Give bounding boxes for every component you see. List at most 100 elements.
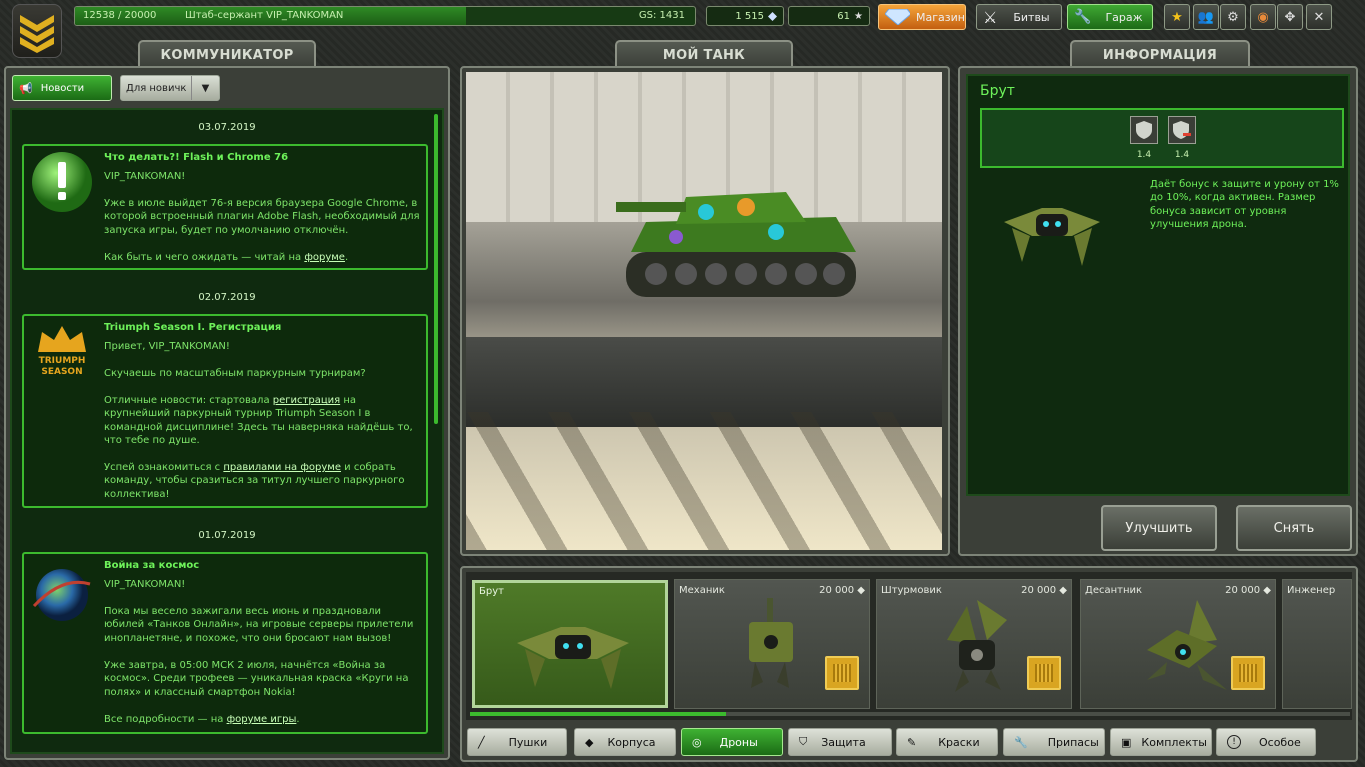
category-label: Особое xyxy=(1259,735,1301,749)
garage-label: Гараж xyxy=(1105,10,1143,24)
category-label: Дроны xyxy=(719,735,758,749)
upgrade-button[interactable]: Улучшить xyxy=(1101,505,1217,551)
news-title: Triumph Season I. Регистрация xyxy=(104,322,282,333)
news-text: Отличные новости: стартовала регистрация… xyxy=(104,395,413,447)
category-protection[interactable]: ⛉ Защита xyxy=(788,728,892,756)
rules-forum-link[interactable]: правилами на форуме xyxy=(223,462,341,473)
shield-icon: ⛉ xyxy=(799,735,808,748)
drone-name: Десантник xyxy=(1085,585,1143,596)
category-hulls[interactable]: ◆ Корпуса xyxy=(574,728,676,756)
paint-brush-icon: ✎ xyxy=(907,735,917,749)
cannon-icon: ╱ xyxy=(478,735,485,749)
fullscreen-icon[interactable]: ✥ xyxy=(1277,4,1303,30)
friends-icon[interactable]: 👥 xyxy=(1193,4,1219,30)
category-special[interactable]: ! Особое xyxy=(1216,728,1316,756)
category-paints[interactable]: ✎ Краски xyxy=(896,728,998,756)
info-content: Брут 1.4 1.4 Даёт бонус к защите и урону… xyxy=(966,74,1350,496)
crystal-icon: ◆ xyxy=(857,585,865,596)
rank-insignia-icon xyxy=(12,4,62,58)
shield-icon xyxy=(1130,116,1158,144)
news-item: TRIUMPH SEASON Triumph Season I. Регистр… xyxy=(22,314,428,508)
news-scrollbar[interactable] xyxy=(434,114,438,424)
experience-bar: 12538 / 20000 Штаб-сержант VIP_TANKOMAN … xyxy=(74,6,696,26)
damage-shield-icon xyxy=(1168,116,1196,144)
warning-globe-icon xyxy=(32,152,92,212)
drone-brut-preview xyxy=(1004,208,1100,266)
crystals-value: 1 515 xyxy=(735,10,764,22)
battles-label: Битвы xyxy=(1013,10,1050,24)
news-title: Война за космос xyxy=(104,560,200,571)
drone-card-mechanic[interactable]: Механик 20 000 ◆ xyxy=(674,579,870,709)
drone-card-brut[interactable]: Брут xyxy=(472,580,668,708)
achievements-star-icon[interactable]: ★ xyxy=(1164,4,1190,30)
crystal-icon xyxy=(768,11,777,21)
crystal-icon: ◆ xyxy=(1263,585,1271,596)
planet-icon xyxy=(32,569,91,621)
category-label: Пушки xyxy=(508,735,548,749)
category-label: Комплекты xyxy=(1141,735,1207,749)
news-item: Война за космос VIP_TANKOMAN! Пока мы ве… xyxy=(22,552,428,734)
triumph-season-logo: TRIUMPH SEASON xyxy=(30,322,94,392)
garage-button[interactable]: 🔧 Гараж xyxy=(1067,4,1153,30)
news-button[interactable]: 📢 Новости xyxy=(12,75,112,101)
item-stats: 1.4 1.4 xyxy=(980,108,1344,168)
news-title: Что делать?! Flash и Chrome 76 xyxy=(104,152,289,163)
item-title: Брут xyxy=(980,83,1015,99)
locked-chest-icon xyxy=(1027,656,1061,690)
drone-price: 20 000 ◆ xyxy=(1225,585,1271,596)
news-date: 03.07.2019 xyxy=(198,122,256,133)
registration-link[interactable]: регистрация xyxy=(273,395,340,406)
category-supplies[interactable]: 🔧 Припасы xyxy=(1003,728,1105,756)
category-label: Защита xyxy=(821,735,866,749)
news-text: Как быть и чего ожидать — читай на форум… xyxy=(104,252,349,263)
box-icon: ▣ xyxy=(1121,735,1132,749)
close-icon[interactable]: ✕ xyxy=(1306,4,1332,30)
remove-button[interactable]: Снять xyxy=(1236,505,1352,551)
drone-stormtrooper-icon xyxy=(947,600,1007,692)
drone-card-paratrooper[interactable]: Десантник 20 000 ◆ xyxy=(1080,579,1276,709)
stat-value: 1.4 xyxy=(1174,150,1190,160)
category-kits[interactable]: ▣ Комплекты xyxy=(1110,728,1212,756)
tab-information: ИНФОРМАЦИЯ xyxy=(1070,40,1250,68)
drone-card-engineer[interactable]: Инженер xyxy=(1282,579,1352,709)
drone-brut-icon xyxy=(517,627,629,689)
news-text: Уже завтра, в 05:00 МСК 2 июля, начнётся… xyxy=(104,660,409,698)
tab-my-tank: МОЙ ТАНК xyxy=(615,40,793,68)
game-forum-link[interactable]: форуме игры xyxy=(227,714,297,725)
wrench-icon: 🔧 xyxy=(1014,735,1028,749)
drone-price: 20 000 ◆ xyxy=(819,585,865,596)
diamond-icon xyxy=(885,9,911,25)
news-item: Что делать?! Flash и Chrome 76 VIP_TANKO… xyxy=(22,144,428,270)
news-text: Привет, VIP_TANKOMAN! xyxy=(104,341,230,352)
stat-value: 1.4 xyxy=(1136,150,1152,160)
drone-name: Штурмовик xyxy=(881,585,942,596)
locked-chest-icon xyxy=(825,656,859,690)
news-text: Уже в июле выйдет 76-я версия браузера G… xyxy=(104,198,420,236)
chevron-down-icon: ▼ xyxy=(191,76,219,100)
news-filter-select[interactable]: Для новичк ▼ xyxy=(120,75,220,101)
news-date: 01.07.2019 xyxy=(198,530,256,541)
category-drones[interactable]: ◎ Дроны xyxy=(681,728,783,756)
garage-3d-view[interactable] xyxy=(466,72,942,550)
stars-value: 61 xyxy=(837,10,851,22)
drone-card-stormtrooper[interactable]: Штурмовик 20 000 ◆ xyxy=(876,579,1072,709)
category-label: Корпуса xyxy=(607,735,656,749)
drone-name: Механик xyxy=(679,585,725,596)
sound-icon[interactable]: ◉ xyxy=(1250,4,1276,30)
settings-gear-icon[interactable]: ⚙ xyxy=(1220,4,1246,30)
tank-model xyxy=(616,192,856,297)
rank-name: Штаб-сержант VIP_TANKOMAN xyxy=(185,10,344,21)
forum-link[interactable]: форуме xyxy=(304,252,345,263)
battles-button[interactable]: ⚔ Битвы xyxy=(976,4,1062,30)
item-description: Даёт бонус к защите и урону от 1% до 10%… xyxy=(1150,179,1339,231)
category-guns[interactable]: ╱ Пушки xyxy=(467,728,567,756)
shop-button[interactable]: Магазин xyxy=(878,4,966,30)
xp-counter: 12538 / 20000 xyxy=(83,10,157,21)
news-date: 02.07.2019 xyxy=(198,292,256,303)
locked-chest-icon xyxy=(1231,656,1265,690)
crystals-counter: 1 515 xyxy=(706,6,784,26)
shop-label: Магазин xyxy=(916,10,965,24)
news-filter-value: Для новичк xyxy=(126,82,187,94)
drone-mechanic-icon xyxy=(749,598,793,688)
drone-list-scrollbar[interactable] xyxy=(470,712,1350,716)
